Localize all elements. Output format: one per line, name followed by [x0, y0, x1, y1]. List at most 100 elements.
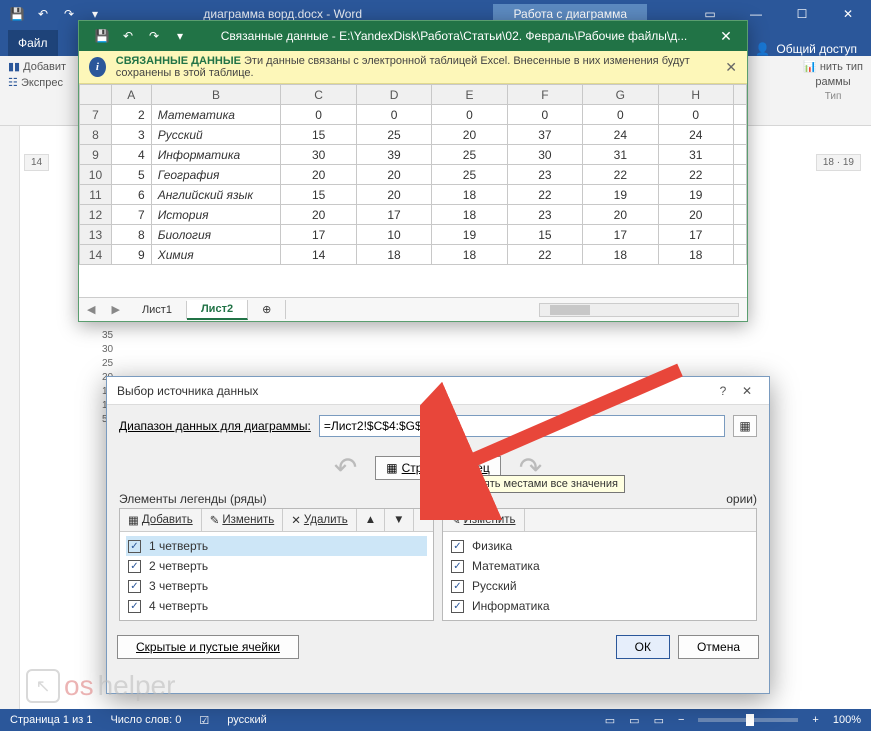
table-row[interactable]: 7 2 Математика 0 0 0 0 0 0 — [80, 105, 747, 125]
row-header[interactable]: 12 — [80, 205, 112, 225]
read-mode-icon[interactable]: ▭ — [605, 714, 615, 727]
cell[interactable]: 17 — [658, 225, 733, 245]
column-header[interactable]: A — [111, 85, 151, 105]
cell[interactable]: 30 — [507, 145, 582, 165]
column-header[interactable]: H — [658, 85, 733, 105]
cell[interactable]: 0 — [432, 105, 507, 125]
row-header[interactable]: 7 — [80, 105, 112, 125]
category-item[interactable]: ✓Физика — [449, 536, 750, 556]
zoom-slider[interactable] — [698, 718, 798, 722]
cell[interactable] — [734, 105, 747, 125]
cell[interactable]: 25 — [432, 165, 507, 185]
share-button[interactable]: Общий доступ — [776, 42, 857, 56]
column-header[interactable]: C — [281, 85, 356, 105]
chart-range-input[interactable] — [319, 415, 725, 437]
column-header[interactable]: G — [583, 85, 658, 105]
table-row[interactable]: 14 9 Химия 14 18 18 22 18 18 — [80, 245, 747, 265]
banner-close-icon[interactable]: ✕ — [725, 59, 737, 76]
series-item[interactable]: ✓2 четверть — [126, 556, 427, 576]
zoom-out-icon[interactable]: − — [678, 714, 684, 726]
maximize-icon[interactable]: ☐ — [779, 0, 825, 28]
ok-button[interactable]: ОК — [616, 635, 670, 659]
series-item[interactable]: ✓4 четверть — [126, 596, 427, 616]
table-row[interactable]: 13 8 Биология 17 10 19 15 17 17 — [80, 225, 747, 245]
cell[interactable] — [734, 225, 747, 245]
cell[interactable]: 20 — [281, 205, 356, 225]
cell[interactable]: 15 — [281, 125, 356, 145]
column-header[interactable] — [80, 85, 112, 105]
cell[interactable]: 19 — [583, 185, 658, 205]
undo-icon[interactable]: ↶ — [32, 3, 54, 25]
cell[interactable]: 15 — [507, 225, 582, 245]
cell[interactable] — [734, 165, 747, 185]
table-row[interactable]: 12 7 История 20 17 18 23 20 20 — [80, 205, 747, 225]
cell[interactable] — [734, 205, 747, 225]
dialog-help-icon[interactable]: ? — [711, 384, 735, 398]
cell[interactable]: 20 — [432, 125, 507, 145]
save-icon[interactable]: 💾 — [6, 3, 28, 25]
categories-edit-button[interactable]: ✎ Изменить — [443, 509, 525, 531]
cell[interactable]: 31 — [658, 145, 733, 165]
cell[interactable]: 20 — [583, 205, 658, 225]
cell[interactable]: 7 — [111, 205, 151, 225]
close-icon[interactable]: ✕ — [825, 0, 871, 28]
sheet-add-icon[interactable]: ⊕ — [248, 300, 286, 319]
cell[interactable]: 37 — [507, 125, 582, 145]
sheet-tab-1[interactable]: Лист1 — [128, 301, 187, 319]
print-layout-icon[interactable]: ▭ — [629, 714, 639, 727]
cell[interactable]: 18 — [356, 245, 431, 265]
checkbox[interactable]: ✓ — [128, 580, 141, 593]
cell[interactable]: 22 — [507, 245, 582, 265]
excel-save-icon[interactable]: 💾 — [91, 25, 113, 47]
series-remove-button[interactable]: ✕ Удалить — [283, 509, 357, 531]
cell[interactable]: 18 — [658, 245, 733, 265]
horizontal-scrollbar[interactable] — [539, 303, 739, 317]
series-add-button[interactable]: ▦ Добавить — [120, 509, 202, 531]
column-header[interactable] — [734, 85, 747, 105]
cell[interactable]: 14 — [281, 245, 356, 265]
cell[interactable]: 23 — [507, 205, 582, 225]
cell[interactable]: 39 — [356, 145, 431, 165]
series-move-down-icon[interactable]: ▼ — [385, 509, 413, 531]
sheet-nav-next-icon[interactable]: ▶ — [103, 303, 127, 316]
dialog-close-icon[interactable]: ✕ — [735, 384, 759, 398]
row-header[interactable]: 11 — [80, 185, 112, 205]
cell[interactable] — [734, 125, 747, 145]
category-item[interactable]: ✓Математика — [449, 556, 750, 576]
column-header[interactable]: B — [151, 85, 281, 105]
cell[interactable]: 0 — [356, 105, 431, 125]
checkbox[interactable]: ✓ — [451, 560, 464, 573]
cell[interactable]: 9 — [111, 245, 151, 265]
redo-icon[interactable]: ↷ — [58, 3, 80, 25]
cell[interactable]: 18 — [432, 185, 507, 205]
cell[interactable] — [734, 185, 747, 205]
column-header[interactable]: F — [507, 85, 582, 105]
series-edit-button[interactable]: ✎ Изменить — [202, 509, 284, 531]
chart-element-icon[interactable]: ▮▮ — [8, 61, 20, 73]
cell[interactable]: 19 — [432, 225, 507, 245]
excel-undo-icon[interactable]: ↶ — [117, 25, 139, 47]
cell[interactable]: 25 — [356, 125, 431, 145]
series-item[interactable]: ✓1 четверть — [126, 536, 427, 556]
cell[interactable]: 17 — [281, 225, 356, 245]
row-header[interactable]: 13 — [80, 225, 112, 245]
category-item[interactable]: ✓Русский — [449, 576, 750, 596]
cell[interactable]: Русский — [151, 125, 281, 145]
row-header[interactable]: 14 — [80, 245, 112, 265]
cell[interactable]: 3 — [111, 125, 151, 145]
cell[interactable]: 0 — [658, 105, 733, 125]
cell[interactable]: 22 — [658, 165, 733, 185]
cell[interactable]: 22 — [507, 185, 582, 205]
quick-layout-icon[interactable]: ☷ — [8, 77, 18, 89]
cell[interactable]: Математика — [151, 105, 281, 125]
cell[interactable]: 20 — [658, 205, 733, 225]
cell[interactable]: 6 — [111, 185, 151, 205]
cell[interactable]: 20 — [356, 185, 431, 205]
cell[interactable]: 5 — [111, 165, 151, 185]
checkbox[interactable]: ✓ — [451, 540, 464, 553]
cell[interactable]: 18 — [432, 245, 507, 265]
proofing-icon[interactable]: ☑ — [199, 714, 209, 727]
cell[interactable]: 4 — [111, 145, 151, 165]
cell[interactable]: 18 — [583, 245, 658, 265]
hidden-cells-button[interactable]: Скрытые и пустые ячейки — [117, 635, 299, 659]
